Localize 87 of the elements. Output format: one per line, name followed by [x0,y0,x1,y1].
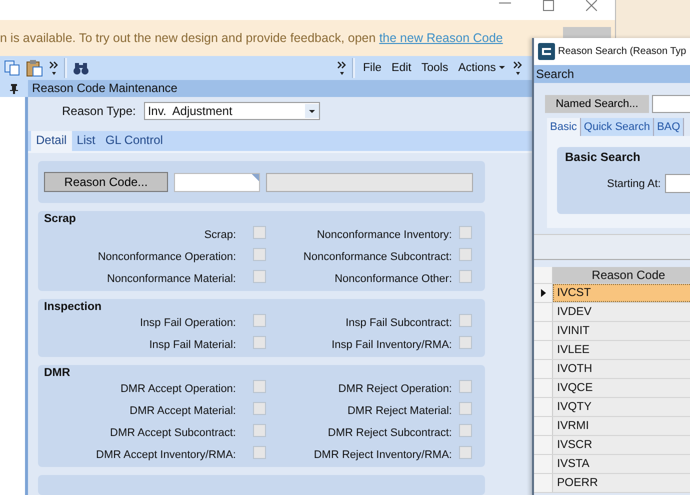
menu-item[interactable]: Actions [456,62,507,74]
section-title: Inspection [44,301,103,313]
table-cell[interactable]: IVQTY [553,398,690,416]
named-search-field[interactable] [652,95,690,113]
table-cell[interactable]: IVINIT [553,322,690,340]
field-label: Starting At: [607,178,661,190]
close-icon[interactable] [586,0,597,11]
checkbox-label: DMR Reject Inventory/RMA: [312,448,452,461]
checkbox-label: Insp Fail Operation: [139,316,236,329]
checkbox-label: DMR Accept Inventory/RMA: [95,448,236,461]
column-header: Reason Code [590,267,666,283]
checkbox[interactable] [459,446,472,459]
checkbox[interactable] [253,424,266,437]
checkbox[interactable] [253,402,266,415]
field-label: Reason Type: [62,104,136,118]
reason-code-field[interactable] [174,172,260,192]
checkbox[interactable] [459,336,472,349]
form-title: Reason Code Maintenance [31,80,178,97]
checkbox[interactable] [459,402,472,415]
checkbox[interactable] [253,380,266,393]
checkbox[interactable] [253,248,266,261]
overflow-icon[interactable] [49,60,58,76]
checkbox[interactable] [459,380,472,393]
checkbox[interactable] [459,248,472,261]
checkbox[interactable] [253,446,266,459]
table-cell[interactable]: IVDEV [553,303,690,321]
checkbox[interactable] [253,336,266,349]
checkbox-label: Scrap: [203,228,236,241]
menu-item[interactable]: File [361,62,384,74]
checkbox-label: DMR Accept Material: [128,404,236,417]
checkbox[interactable] [253,270,266,283]
checkbox-label: DMR Reject Operation: [337,382,452,395]
maximize-icon[interactable] [543,0,554,11]
section-title: Scrap [44,213,77,225]
table-cell[interactable]: IVSTA [553,455,690,473]
checkbox-label: DMR Accept Subcontract: [109,426,236,439]
named-search-button[interactable]: Named Search... [545,95,649,113]
table-cell[interactable]: IVSCR [553,436,690,454]
checkbox-label: Nonconformance Material: [106,272,236,285]
checkbox[interactable] [459,314,472,327]
table-cell[interactable]: IVQCE [553,379,690,397]
table-cell[interactable]: IVRMI [553,417,690,435]
tab[interactable]: GL Control [100,131,168,151]
checkbox-label: Nonconformance Inventory: [316,228,452,241]
copy-icon[interactable] [4,60,20,76]
app-logo-icon[interactable] [538,43,555,60]
overflow-icon[interactable] [337,60,346,76]
checkbox[interactable] [459,270,472,283]
banner-message: n is available. To try out the new design and provide feedback, open the new Reason Code [0,31,503,45]
checkbox-label: Insp Fail Material: [148,338,236,351]
checkbox[interactable] [459,226,472,239]
checkbox-label: Nonconformance Other: [334,272,452,285]
menu-item[interactable]: Edit [390,62,414,74]
binoculars-icon[interactable] [73,61,89,75]
checkbox-label: DMR Reject Material: [346,404,452,417]
checkbox-label: Nonconformance Subcontract: [302,250,452,263]
table-cell[interactable]: IVLEE [553,341,690,359]
checkbox[interactable] [253,314,266,327]
checkbox-label: Insp Fail Subcontract: [344,316,452,329]
window-title: Reason Search (Reason Typ [558,46,686,57]
checkbox-label: DMR Reject Subcontract: [326,426,452,439]
checkbox-label: DMR Accept Operation: [119,382,236,395]
section-title: Basic Search [565,150,642,164]
table-cell[interactable]: POERR [553,474,690,492]
checkbox[interactable] [253,226,266,239]
row-header[interactable] [534,284,553,302]
tab[interactable]: Basic [547,118,581,136]
row-pointer-icon[interactable] [540,289,546,297]
tab[interactable]: Quick Search [580,118,654,136]
table-cell[interactable]: IVOTH [553,360,690,378]
tab[interactable]: BAQ [654,118,684,136]
caret-icon [498,66,505,70]
checkbox-label: Insp Fail Inventory/RMA: [330,338,452,351]
overflow-icon[interactable] [512,60,522,76]
section-title: DMR [44,367,72,379]
panel-header: Search [534,65,690,83]
clipboard-icon[interactable] [26,59,43,77]
pin-icon[interactable] [10,84,18,94]
minimize-icon[interactable] [499,0,511,6]
menu-item[interactable]: Tools [419,62,450,74]
tab[interactable]: List [72,131,100,151]
checkbox-label: Nonconformance Operation: [96,250,236,263]
checkbox[interactable] [459,424,472,437]
reason-type-dropdown[interactable]: Inv. Adjustment [144,102,320,120]
reason-code-button[interactable]: Reason Code... [44,172,168,192]
table-cell[interactable]: IVCST [553,284,690,302]
tab[interactable]: Detail [31,131,72,151]
